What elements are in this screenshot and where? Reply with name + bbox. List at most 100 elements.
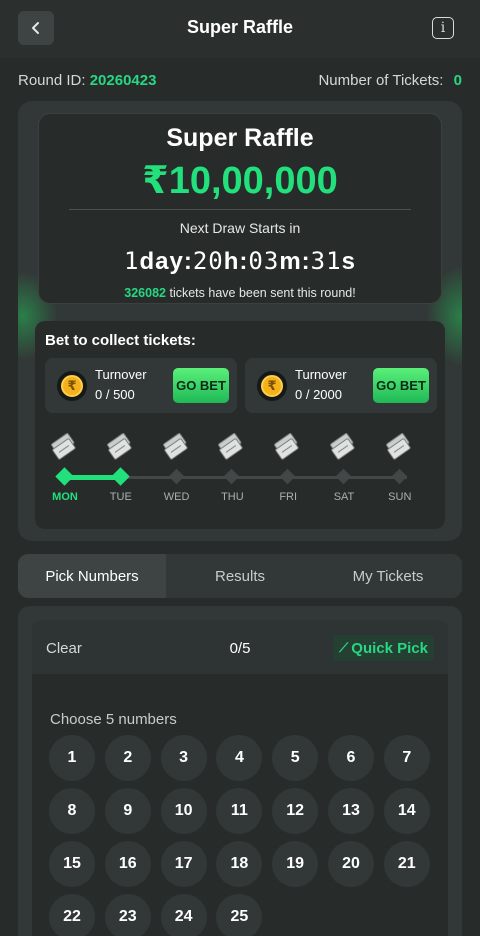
day-fri: FRI bbox=[260, 431, 316, 511]
number-ball-25[interactable]: 25 bbox=[216, 894, 263, 936]
number-ball-18[interactable]: 18 bbox=[216, 841, 263, 887]
tab-my-tickets[interactable]: My Tickets bbox=[314, 554, 462, 598]
number-ball-21[interactable]: 21 bbox=[383, 841, 430, 887]
next-draw-label: Next Draw Starts in bbox=[179, 220, 301, 236]
ticket-icon bbox=[162, 431, 191, 468]
number-ball-20[interactable]: 20 bbox=[328, 841, 374, 887]
day-tue: TUE bbox=[93, 431, 149, 511]
day-marker bbox=[168, 468, 184, 485]
tickets-sent-suffix: tickets have been sent this round! bbox=[166, 286, 356, 300]
turnover-card: ₹ Turnover 0 / 2000 GO BET bbox=[245, 358, 437, 413]
number-ball-12[interactable]: 12 bbox=[272, 788, 319, 834]
number-ball-23[interactable]: 23 bbox=[104, 894, 151, 936]
day-label: SUN bbox=[388, 491, 412, 503]
number-ball-16[interactable]: 16 bbox=[104, 841, 151, 887]
tickets-sent-count: 326082 bbox=[124, 286, 166, 300]
countdown-seconds-unit: s bbox=[341, 248, 356, 275]
ticket-count: Number of Tickets: 0 bbox=[318, 72, 462, 89]
round-id-label: Round ID: bbox=[18, 72, 86, 89]
day-label: SAT bbox=[333, 491, 355, 503]
turnover-value: 0 / 500 bbox=[95, 387, 135, 402]
number-ball-24[interactable]: 24 bbox=[160, 894, 207, 936]
countdown-days: 1 bbox=[124, 247, 140, 275]
bet-card: Bet to collect tickets: ₹ Turnover 0 / 5… bbox=[35, 321, 445, 529]
countdown-minutes: 03 bbox=[248, 247, 280, 275]
countdown-seconds: 31 bbox=[310, 247, 342, 275]
day-label: FRI bbox=[279, 491, 298, 503]
turnover-value: 0 / 2000 bbox=[295, 387, 342, 402]
page-title: Super Raffle bbox=[186, 17, 294, 37]
go-bet-button[interactable]: GO BET bbox=[173, 368, 229, 403]
round-info-row: Round ID: 20260423 Number of Tickets: 0 bbox=[18, 72, 462, 92]
number-ball-15[interactable]: 15 bbox=[49, 841, 95, 887]
day-label: TUE bbox=[109, 491, 132, 503]
number-ball-7[interactable]: 7 bbox=[383, 735, 430, 781]
ticket-count-value: 0 bbox=[453, 72, 462, 89]
info-icon[interactable]: i bbox=[432, 17, 454, 39]
number-ball-4[interactable]: 4 bbox=[216, 735, 263, 781]
turnover-label: Turnover bbox=[295, 367, 347, 382]
raffle-panel: Super Raffle ₹10,00,000 Next Draw Starts… bbox=[18, 101, 462, 541]
quick-pick-button[interactable]: ⟋ Quick Pick bbox=[333, 635, 434, 661]
tab-pick-numbers[interactable]: Pick Numbers bbox=[18, 554, 166, 598]
round-id-value: 20260423 bbox=[89, 72, 157, 89]
bet-title: Bet to collect tickets: bbox=[45, 332, 196, 349]
ticket-icon bbox=[218, 431, 246, 468]
prize-amount: ₹10,00,000 bbox=[142, 160, 338, 202]
magic-wand-icon: ⟋ bbox=[339, 640, 349, 655]
rupee-coin-icon: ₹ bbox=[57, 371, 87, 401]
number-ball-8[interactable]: 8 bbox=[49, 788, 95, 834]
tickets-sent-text: 326082 tickets have been sent this round… bbox=[39, 286, 441, 300]
number-ball-19[interactable]: 19 bbox=[272, 841, 319, 887]
day-marker bbox=[224, 468, 240, 485]
number-ball-6[interactable]: 6 bbox=[328, 735, 374, 781]
number-ball-14[interactable]: 14 bbox=[383, 788, 430, 834]
number-ball-9[interactable]: 9 bbox=[104, 788, 151, 834]
day-marker bbox=[111, 467, 130, 486]
countdown-days-unit: day: bbox=[139, 248, 193, 275]
ticket-icon bbox=[274, 431, 302, 468]
ticket-icon bbox=[106, 431, 135, 468]
number-ball-22[interactable]: 22 bbox=[49, 894, 95, 936]
day-label: WED bbox=[163, 491, 190, 503]
number-ball-5[interactable]: 5 bbox=[272, 735, 319, 781]
day-marker bbox=[55, 467, 74, 486]
countdown-minutes-unit: m: bbox=[279, 248, 311, 275]
day-thu: THU bbox=[204, 431, 260, 511]
number-ball-10[interactable]: 10 bbox=[160, 788, 207, 834]
picker-header: Clear 0/5 ⟋ Quick Pick bbox=[32, 620, 448, 674]
day-wed: WED bbox=[149, 431, 205, 511]
ticket-icon bbox=[51, 431, 79, 468]
day-label: THU bbox=[221, 491, 244, 503]
number-ball-11[interactable]: 11 bbox=[216, 788, 263, 834]
ticket-icon bbox=[385, 431, 414, 468]
round-id: Round ID: 20260423 bbox=[18, 72, 156, 89]
tab-results[interactable]: Results bbox=[166, 554, 314, 598]
day-mon: MON bbox=[37, 431, 93, 511]
number-ball-2[interactable]: 2 bbox=[104, 735, 151, 781]
ticket-icon bbox=[330, 431, 358, 468]
prize-card: Super Raffle ₹10,00,000 Next Draw Starts… bbox=[38, 113, 442, 304]
number-ball-17[interactable]: 17 bbox=[160, 841, 207, 887]
turnover-card: ₹ Turnover 0 / 500 GO BET bbox=[45, 358, 237, 413]
rupee-coin-icon: ₹ bbox=[257, 371, 287, 401]
day-marker bbox=[335, 468, 352, 485]
day-sat: SAT bbox=[316, 431, 372, 511]
day-marker bbox=[279, 468, 296, 485]
number-picker: Clear 0/5 ⟋ Quick Pick Choose 5 numbers … bbox=[32, 620, 448, 936]
countdown-hours-unit: h: bbox=[223, 248, 249, 275]
turnover-label: Turnover bbox=[95, 367, 147, 382]
number-ball-13[interactable]: 13 bbox=[328, 788, 374, 834]
number-ball-1[interactable]: 1 bbox=[49, 735, 95, 781]
divider bbox=[69, 209, 411, 210]
day-sun: SUN bbox=[372, 431, 428, 511]
go-bet-button[interactable]: GO BET bbox=[373, 368, 429, 403]
tab-bar: Pick Numbers Results My Tickets bbox=[18, 554, 462, 598]
day-marker bbox=[391, 468, 408, 485]
prize-title: Super Raffle bbox=[166, 124, 314, 152]
choose-numbers-label: Choose 5 numbers bbox=[50, 711, 177, 728]
countdown-timer: 1day:20h:03m:31s bbox=[39, 247, 441, 276]
number-ball-3[interactable]: 3 bbox=[160, 735, 207, 781]
countdown-hours: 20 bbox=[192, 247, 224, 275]
quick-pick-label: Quick Pick bbox=[351, 639, 428, 657]
